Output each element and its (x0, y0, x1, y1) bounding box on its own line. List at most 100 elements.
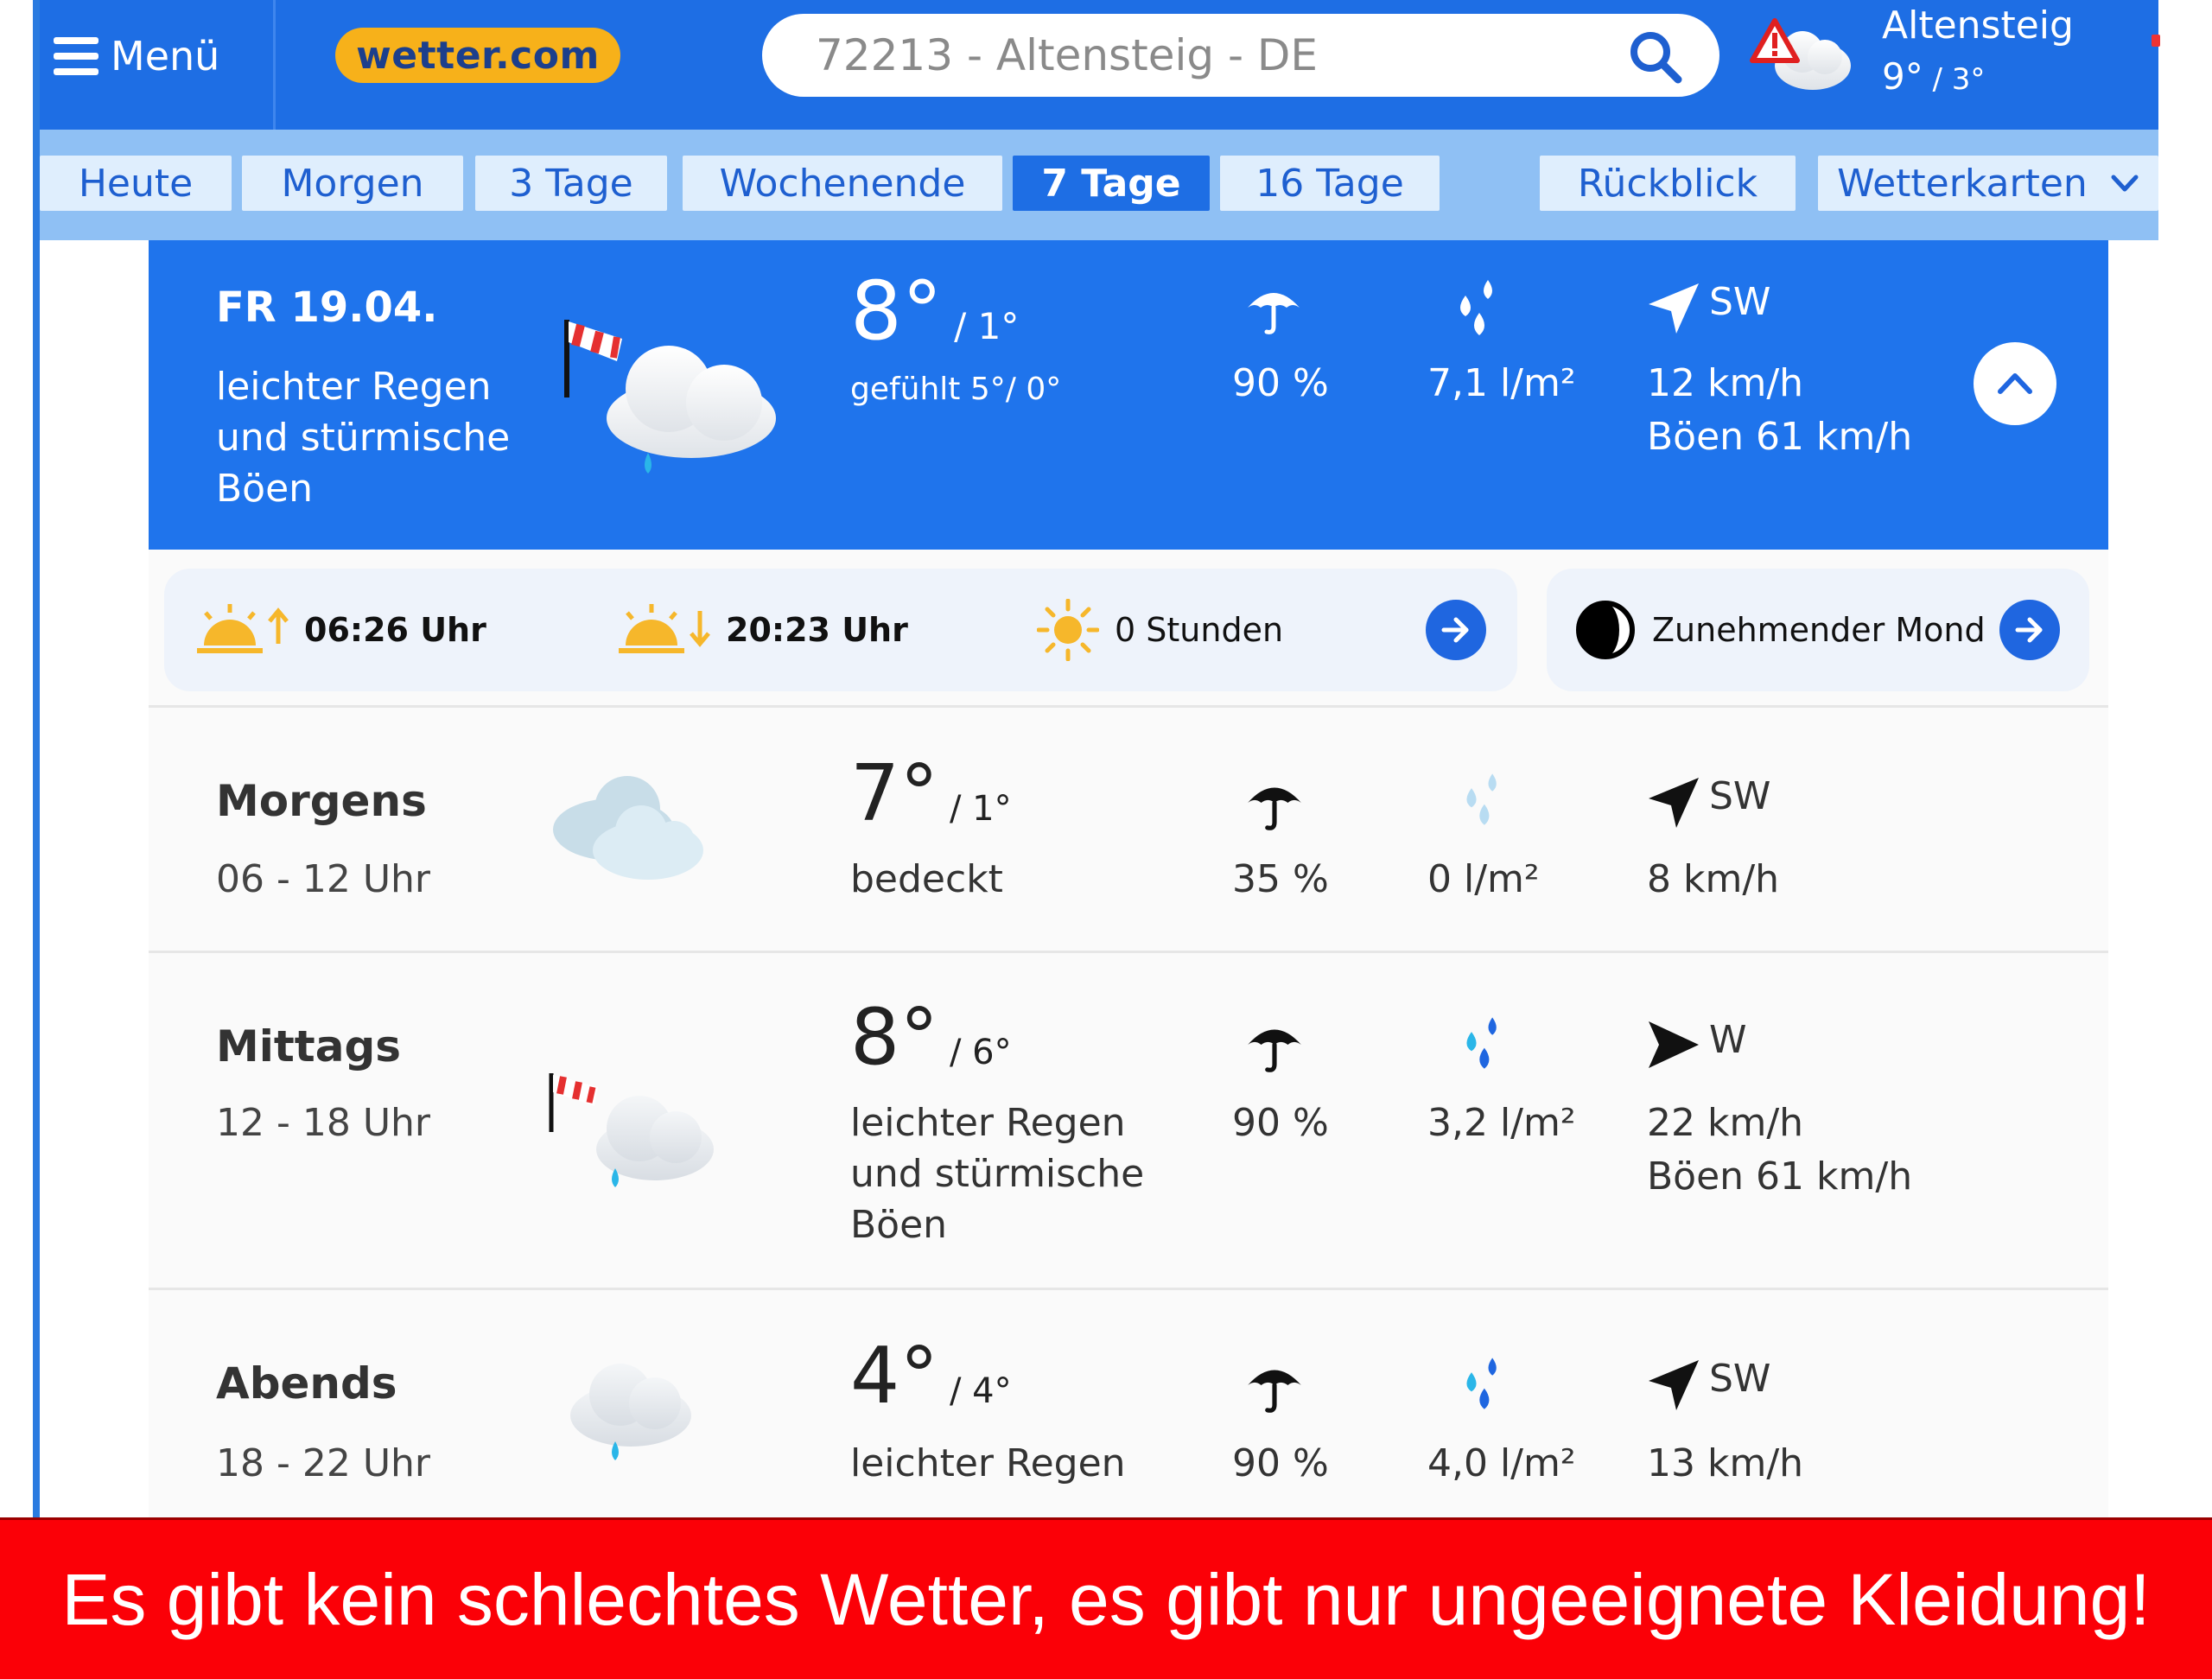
umbrella-icon (1248, 1029, 1301, 1072)
warning-cloud-icon[interactable] (1749, 12, 1858, 99)
arrow-right-icon (1441, 617, 1469, 643)
tab-morgen[interactable]: Morgen (242, 156, 463, 211)
period-precip-amount: 3,2 l/m² (1427, 1101, 1576, 1145)
page-right-margin (2158, 0, 2212, 1521)
period-temp-low: / 6° (938, 1033, 1012, 1072)
chevron-up-icon (1998, 373, 2032, 394)
search-input[interactable] (816, 30, 1559, 80)
location-search[interactable] (762, 14, 1719, 97)
period-temp-low: / 1° (938, 789, 1012, 829)
period-wind-speed: 13 km/h (1647, 1441, 1804, 1485)
header-location-temp[interactable]: 9° / 3° (1882, 55, 1985, 98)
sunshine-hours: 0 Stunden (1115, 611, 1284, 649)
day-temp-high: 8° (850, 264, 943, 359)
collapse-button[interactable] (1974, 342, 2056, 425)
period-temperature: 4° / 4° (850, 1331, 1012, 1421)
sunrise-time: 06:26 Uhr (304, 611, 486, 649)
umbrella-icon (1248, 293, 1300, 334)
period-precip-amount: 4,0 l/m² (1427, 1441, 1576, 1485)
day-summary[interactable]: FR 19.04. leichter Regen und stürmische … (149, 240, 2108, 550)
menu-label: Menü (111, 33, 220, 79)
header-edge-marker (2152, 35, 2160, 47)
tab-7-tage[interactable]: 7 Tage (1013, 156, 1210, 211)
umbrella-icon (1248, 1370, 1301, 1413)
period-wind-direction: SW (1709, 774, 1771, 818)
moon-item: Zunehmender Mond (1574, 569, 1986, 691)
sunset-item: 20:23 Uhr (617, 569, 908, 691)
day-temperature: 8° / 1° (850, 264, 1019, 359)
wind-direction-sw-icon (1649, 778, 1699, 828)
sun-details-button[interactable] (1426, 600, 1486, 660)
sunset-time: 20:23 Uhr (726, 611, 908, 649)
tab-wetterkarten[interactable]: Wetterkarten (1818, 156, 2158, 211)
period-precip-probability: 90 % (1232, 1441, 1329, 1485)
wind-direction-w-icon (1649, 1021, 1699, 1068)
menu-button[interactable]: Menü (54, 26, 219, 86)
period-precip-probability: 90 % (1232, 1101, 1329, 1145)
tab-wochenende[interactable]: Wochenende (683, 156, 1002, 211)
raindrops-icon (1466, 1017, 1497, 1069)
header-divider (273, 0, 276, 130)
half-moon-icon (1576, 601, 1635, 659)
period-condition: leichter Regen und stürmische Böen (850, 1101, 1145, 1247)
moon-phase: Zunehmender Mond (1652, 611, 1986, 649)
header-temp-low: / 3° (1923, 62, 1986, 97)
period-temp-high: 8° (850, 992, 939, 1083)
period-time: 12 - 18 Uhr (216, 1101, 430, 1145)
wind-direction-sw-icon (1649, 1360, 1699, 1410)
period-temp-high: 4° (850, 1331, 939, 1421)
day-wind-direction: SW (1709, 280, 1771, 324)
period-temperature: 7° / 1° (850, 748, 1012, 839)
caption-text: Es gibt kein schlechtes Wetter, es gibt … (61, 1558, 2151, 1640)
period-wind-gusts: Böen 61 km/h (1647, 1154, 1913, 1199)
period-wind-direction: W (1709, 1018, 1747, 1062)
period-temperature: 8° / 6° (850, 992, 1012, 1083)
tab-rueckblick[interactable]: Rückblick (1540, 156, 1796, 211)
overcast-cloud-icon (553, 776, 703, 880)
raindrops-icon (1466, 773, 1497, 825)
chevron-down-icon (2111, 175, 2139, 192)
day-wind-speed: 12 km/h (1647, 361, 1804, 405)
tab-16-tage[interactable]: 16 Tage (1220, 156, 1440, 211)
row-separator (149, 1288, 2108, 1290)
day-wind-gusts: Böen 61 km/h (1647, 415, 1913, 459)
period-precip-probability: 35 % (1232, 857, 1329, 901)
row-separator (149, 705, 2108, 708)
moon-details-button[interactable] (1999, 600, 2060, 660)
day-date: FR 19.04. (216, 283, 438, 332)
raindrops-icon (1466, 1358, 1497, 1409)
site-logo[interactable]: wetter.com (335, 28, 620, 83)
day-precip-probability: 90 % (1232, 361, 1329, 405)
sunset-icon (619, 604, 710, 653)
header-temp-high: 9° (1882, 55, 1923, 98)
sun-icon (1037, 599, 1099, 661)
tab-3-tage[interactable]: 3 Tage (475, 156, 667, 211)
day-temp-low: / 1° (942, 305, 1020, 347)
row-separator (149, 951, 2108, 953)
period-temp-low: / 4° (938, 1371, 1012, 1411)
period-temp-high: 7° (850, 748, 939, 839)
period-condition: bedeckt (850, 857, 1003, 901)
period-name: Mittags (216, 1021, 401, 1072)
period-name: Abends (216, 1358, 397, 1409)
header-location-name[interactable]: Altensteig (1882, 3, 2074, 48)
period-name: Morgens (216, 776, 427, 826)
search-icon[interactable] (1628, 29, 1683, 85)
sunshine-item: 0 Stunden (1037, 569, 1283, 691)
sun-info-strip: 06:26 Uhr 20:23 Uhr 0 Stunden (164, 569, 1517, 691)
raindrops-icon (1460, 280, 1492, 335)
tab-wetterkarten-label: Wetterkarten (1837, 161, 2088, 206)
day-condition: leichter Regen und stürmische Böen (216, 365, 511, 511)
rain-cloud-icon (570, 1364, 691, 1460)
page-left-border (33, 0, 40, 1521)
period-wind-speed: 8 km/h (1647, 857, 1780, 901)
caption-banner: Es gibt kein schlechtes Wetter, es gibt … (0, 1517, 2212, 1679)
rain-storm-cloud-icon (564, 320, 776, 474)
rain-storm-cloud-icon (549, 1073, 714, 1187)
period-time: 18 - 22 Uhr (216, 1441, 430, 1485)
period-condition: leichter Regen (850, 1441, 1126, 1485)
day-precip-amount: 7,1 l/m² (1427, 361, 1576, 405)
period-precip-amount: 0 l/m² (1427, 857, 1540, 901)
period-wind-speed: 22 km/h (1647, 1101, 1804, 1145)
tab-heute[interactable]: Heute (40, 156, 232, 211)
